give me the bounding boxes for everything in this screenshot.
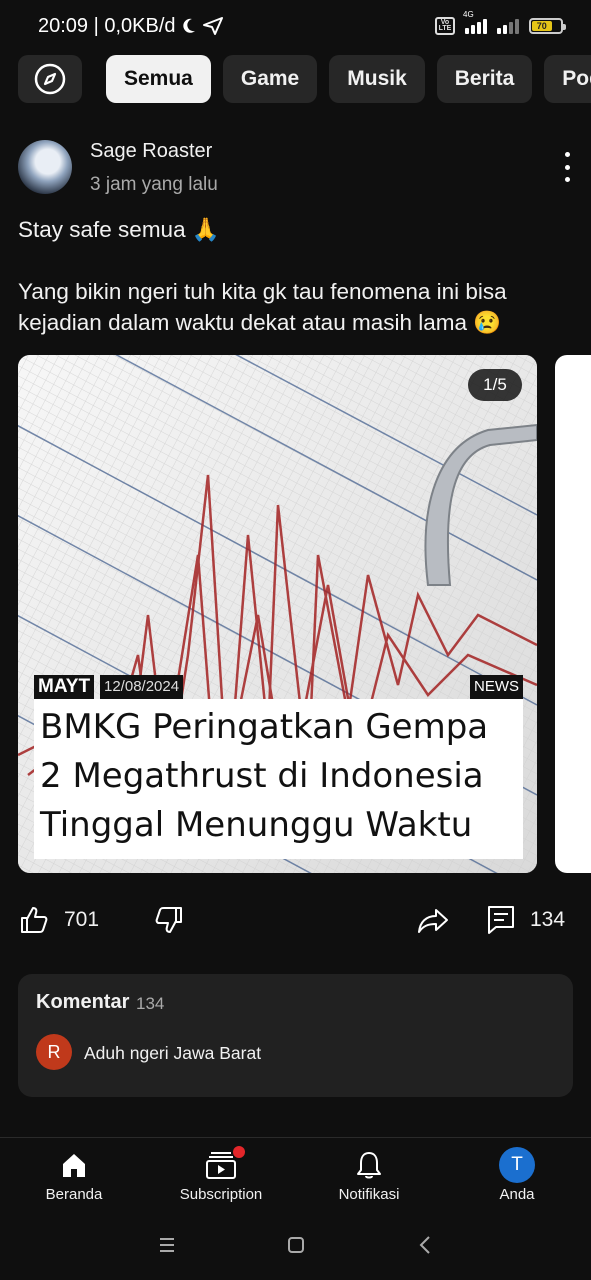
bottom-navigation: Beranda Subscription Notifikasi T Anda	[0, 1137, 591, 1213]
headline-box: BMKG Peringatkan Gempa 2 Megathrust di I…	[34, 699, 523, 859]
nav-subscription[interactable]: Subscription	[161, 1146, 281, 1210]
status-bar: 20:09 | 0,0KB/d Vo LTE 4G 70	[0, 0, 591, 52]
author-avatar[interactable]	[18, 140, 72, 194]
notification-dot	[233, 1146, 245, 1158]
post-text: Stay safe semua 🙏 Yang bikin ngeri tuh k…	[18, 217, 507, 335]
comment-icon	[488, 906, 514, 934]
nav-beranda[interactable]: Beranda	[14, 1148, 134, 1210]
comments-title: Komentar	[36, 991, 130, 1013]
comments-count: 134	[136, 994, 165, 1013]
explore-button[interactable]	[18, 55, 82, 103]
bell-icon	[357, 1152, 381, 1179]
comment-button[interactable]: 134	[486, 897, 565, 943]
system-navigation	[0, 1215, 591, 1275]
chip-berita[interactable]: Berita	[436, 55, 533, 103]
category-chips: Semua Game Musik Berita Podcast	[18, 55, 591, 103]
signal-2-icon	[497, 18, 519, 34]
post-header: Sage Roaster 3 jam yang lalu	[18, 138, 573, 198]
volte-icon: Vo LTE	[435, 17, 455, 35]
thumbs-down-icon	[155, 907, 182, 933]
nav-notifikasi[interactable]: Notifikasi	[309, 1148, 429, 1210]
share-icon	[418, 909, 448, 933]
post-actions: 701 134	[18, 897, 573, 943]
home-icon	[63, 1154, 85, 1177]
image-category: NEWS	[470, 675, 523, 699]
moon-icon	[182, 18, 195, 33]
image-source: MAYT	[34, 675, 95, 699]
battery-icon: 70	[529, 18, 566, 34]
location-arrow-icon	[202, 17, 223, 35]
share-button[interactable]	[416, 897, 450, 943]
author-name[interactable]: Sage Roaster	[90, 140, 212, 163]
home-button-icon[interactable]	[284, 1233, 308, 1257]
image-tag-bar: MAYT 12/08/2024 NEWS	[34, 675, 523, 699]
compass-icon	[34, 63, 66, 95]
chip-game[interactable]: Game	[222, 55, 318, 103]
status-time: 20:09 | 0,0KB/d	[38, 14, 176, 37]
like-button[interactable]: 701	[18, 897, 99, 943]
back-icon[interactable]	[414, 1233, 438, 1257]
signal-icon: 4G	[463, 10, 487, 34]
chip-musik[interactable]: Musik	[329, 55, 425, 103]
thumbs-up-icon	[21, 907, 48, 933]
chip-podcast[interactable]: Podcast	[544, 55, 591, 103]
recent-apps-icon[interactable]	[155, 1233, 179, 1257]
image-date: 12/08/2024	[100, 675, 184, 699]
commenter-avatar: R	[36, 1034, 72, 1070]
nav-anda[interactable]: T Anda	[457, 1147, 577, 1210]
more-options-icon[interactable]	[561, 152, 573, 182]
subscriptions-icon	[206, 1152, 236, 1179]
comment-count: 134	[530, 908, 566, 931]
like-count: 701	[64, 908, 100, 931]
profile-avatar: T	[499, 1147, 535, 1183]
post-time: 3 jam yang lalu	[90, 174, 218, 195]
top-comment-text: Aduh ngeri Jawa Barat	[84, 1043, 262, 1063]
image-headline: BMKG Peringatkan Gempa 2 Megathrust di I…	[40, 707, 489, 845]
chip-semua[interactable]: Semua	[106, 55, 211, 103]
next-image-peek[interactable]	[555, 355, 591, 873]
image-counter: 1/5	[468, 369, 522, 401]
dislike-button[interactable]	[153, 897, 185, 943]
post-image[interactable]: 1/5 MAYT 12/08/2024 NEWS BMKG Peringatka…	[18, 355, 537, 873]
comments-section[interactable]: Komentar 134 R Aduh ngeri Jawa Barat	[18, 974, 573, 1097]
